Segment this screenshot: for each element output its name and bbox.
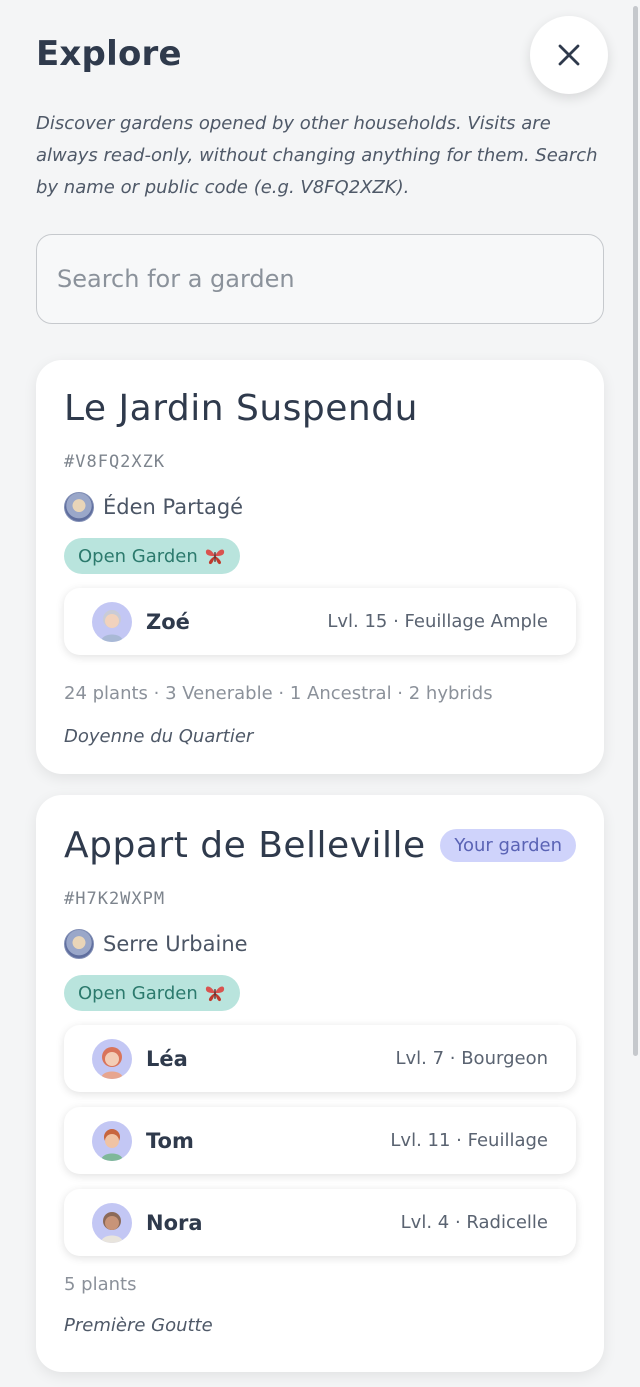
avatar [92, 1202, 132, 1243]
member-name: Léa [146, 1046, 188, 1071]
open-garden-label: Open Garden [78, 982, 198, 1004]
member-level: Lvl. 4 · Radicelle [400, 1212, 548, 1233]
pool-name: Serre Urbaine [103, 932, 248, 956]
header: Explore [36, 16, 608, 94]
open-garden-badge: Open Garden [64, 975, 240, 1011]
garden-name-row: Appart de Belleville Your garden [64, 824, 576, 866]
garden-name-row: Le Jardin Suspendu [64, 387, 576, 429]
member-level: Lvl. 15 · Feuillage Ample [327, 611, 548, 632]
pool-row: Serre Urbaine [64, 929, 576, 959]
garden-name: Le Jardin Suspendu [64, 387, 418, 429]
close-button[interactable] [530, 16, 608, 94]
garden-title: Première Goutte [64, 1315, 213, 1336]
your-garden-badge: Your garden [440, 828, 576, 862]
member-level: Lvl. 11 · Feuillage [390, 1130, 548, 1151]
pool-emblem-icon [64, 492, 94, 522]
page-title: Explore [36, 34, 182, 74]
pool-name: Éden Partagé [103, 495, 244, 519]
garden-title: Doyenne du Quartier [64, 726, 254, 747]
avatar [92, 1038, 132, 1079]
member-row[interactable]: Zoé Lvl. 15 · Feuillage Ample [64, 588, 576, 655]
butterfly-icon [205, 549, 224, 565]
garden-stats: 5 plants [64, 1274, 137, 1295]
avatar-tom-icon [101, 1128, 123, 1161]
member-row[interactable]: Tom Lvl. 11 · Feuillage [64, 1107, 576, 1174]
garden-stats: 24 plants · 3 Venerable · 1 Ancestral · … [64, 683, 493, 704]
garden-code: #H7K2WXPM [64, 889, 166, 909]
avatar-lea-icon [101, 1046, 123, 1079]
search-input[interactable] [36, 234, 604, 324]
open-garden-badge: Open Garden [64, 538, 240, 574]
member-row[interactable]: Nora Lvl. 4 · Radicelle [64, 1189, 576, 1256]
member-row[interactable]: Léa Lvl. 7 · Bourgeon [64, 1025, 576, 1092]
pool-emblem-icon [64, 929, 94, 959]
open-garden-label: Open Garden [78, 545, 198, 567]
butterfly-icon [205, 986, 224, 1002]
garden-card[interactable]: Le Jardin Suspendu #V8FQ2XZK Éden Partag… [36, 360, 604, 774]
explore-description: Discover gardens opened by other househo… [36, 113, 598, 198]
avatar-nora-icon [101, 1211, 123, 1243]
avatar [92, 601, 132, 642]
member-name: Tom [146, 1128, 194, 1153]
member-name: Zoé [146, 609, 190, 634]
garden-card[interactable]: Appart de Belleville Your garden #H7K2WX… [36, 795, 604, 1372]
garden-code: #V8FQ2XZK [64, 452, 166, 472]
pool-row: Éden Partagé [64, 492, 576, 522]
scrollbar[interactable] [632, 0, 638, 1387]
member-level: Lvl. 7 · Bourgeon [395, 1048, 548, 1069]
avatar [92, 1120, 132, 1161]
scrollbar-thumb[interactable] [633, 6, 638, 1056]
garden-name: Appart de Belleville [64, 824, 426, 866]
close-icon [558, 44, 580, 66]
avatar-zoe-icon [101, 609, 123, 642]
member-name: Nora [146, 1210, 203, 1235]
